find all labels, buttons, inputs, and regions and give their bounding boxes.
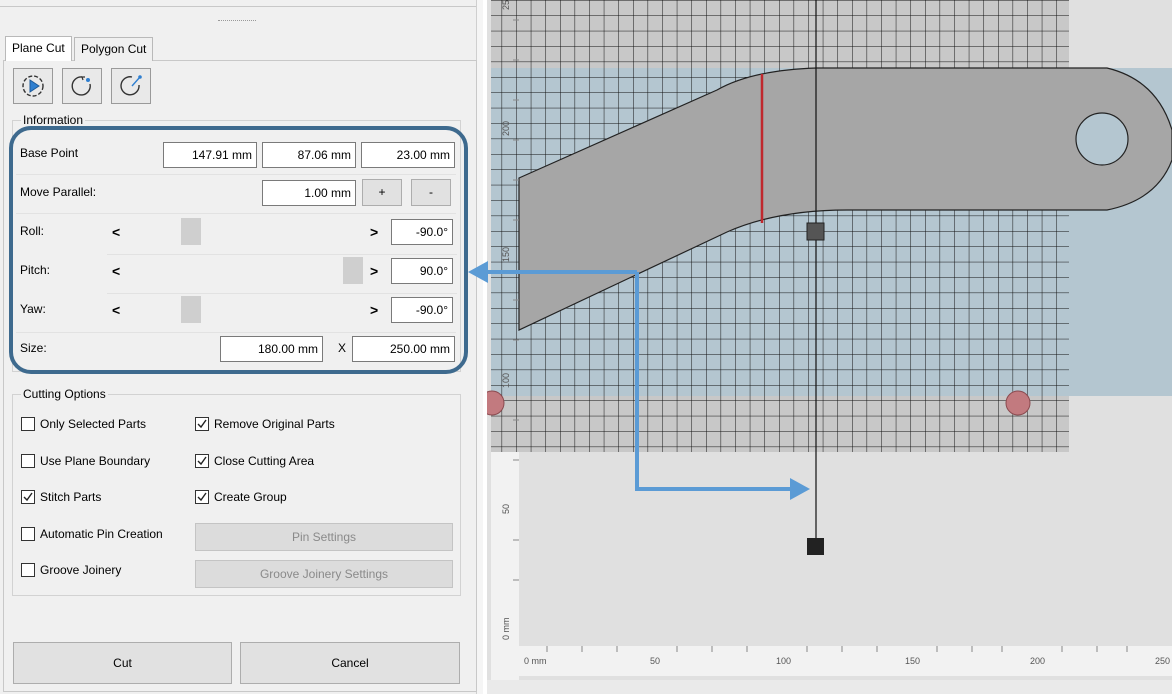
- 3d-viewport[interactable]: 0 mm 50 100 150 200 250 250 200 150 100 …: [487, 0, 1172, 694]
- close-cutting-area-label[interactable]: Close Cutting Area: [214, 454, 314, 468]
- vruler-label-150: 150: [501, 247, 511, 262]
- hruler-label-100: 100: [776, 656, 791, 666]
- part-hole: [1075, 112, 1129, 166]
- close-cutting-area-checkbox[interactable]: [195, 454, 209, 468]
- cancel-button[interactable]: Cancel: [240, 642, 460, 684]
- rotate-arc-alt-icon: [120, 75, 142, 96]
- rotate-arc-button[interactable]: [62, 68, 102, 104]
- rotate-arc-alt-button[interactable]: [111, 68, 151, 104]
- plane-rotate-button[interactable]: [13, 68, 53, 104]
- plane-handle-top[interactable]: [806, 222, 825, 241]
- stitch-parts-checkbox[interactable]: [21, 490, 35, 504]
- horizontal-ruler: [495, 646, 1172, 676]
- hruler-label-150: 150: [905, 656, 920, 666]
- hruler-label-0: 0 mm: [524, 656, 547, 666]
- plane-rotate-icon: [22, 75, 44, 97]
- pin-marker-right[interactable]: [1005, 390, 1031, 416]
- drag-grip-handle[interactable]: [218, 20, 256, 24]
- checkmark-icon: [197, 492, 207, 502]
- tab-plane-cut[interactable]: Plane Cut: [5, 36, 72, 61]
- hruler-label-50: 50: [650, 656, 660, 666]
- use-plane-boundary-checkbox[interactable]: [21, 454, 35, 468]
- checkmark-icon: [197, 419, 207, 429]
- vruler-label-200: 200: [501, 121, 511, 136]
- plane-cut-panel: Plane Cut Polygon Cut Information Base P…: [0, 0, 483, 694]
- groove-joinery-settings-button[interactable]: Groove Joinery Settings: [195, 560, 453, 588]
- checkmark-icon: [23, 492, 33, 502]
- groove-joinery-checkbox[interactable]: [21, 563, 35, 577]
- use-plane-boundary-label[interactable]: Use Plane Boundary: [40, 454, 150, 468]
- cutting-options-title: Cutting Options: [21, 387, 108, 401]
- hruler-label-200: 200: [1030, 656, 1045, 666]
- vruler-label-250: 250: [501, 0, 511, 10]
- information-title: Information: [21, 113, 86, 127]
- panel-top-border: [0, 0, 476, 7]
- panel-splitter[interactable]: [476, 0, 483, 694]
- only-selected-parts-checkbox[interactable]: [21, 417, 35, 431]
- vruler-label-0: 0 mm: [501, 618, 511, 641]
- tab-polygon-cut[interactable]: Polygon Cut: [74, 37, 154, 61]
- stitch-parts-label[interactable]: Stitch Parts: [40, 490, 101, 504]
- remove-original-parts-checkbox[interactable]: [195, 417, 209, 431]
- groove-joinery-label[interactable]: Groove Joinery: [40, 563, 121, 577]
- vruler-label-100: 100: [501, 373, 511, 388]
- automatic-pin-creation-label[interactable]: Automatic Pin Creation: [40, 527, 163, 541]
- vruler-label-50: 50: [501, 504, 511, 514]
- checkmark-icon: [197, 456, 207, 466]
- rotate-arc-icon: [71, 76, 91, 96]
- viewport-canvas[interactable]: 0 mm 50 100 150 200 250 250 200 150 100 …: [487, 0, 1172, 694]
- highlight-frame: [9, 126, 468, 374]
- create-group-label[interactable]: Create Group: [214, 490, 287, 504]
- hruler-label-250: 250: [1155, 656, 1170, 666]
- plane-handle-bottom[interactable]: [807, 538, 824, 555]
- pin-settings-button[interactable]: Pin Settings: [195, 523, 453, 551]
- remove-original-parts-label[interactable]: Remove Original Parts: [214, 417, 335, 431]
- create-group-checkbox[interactable]: [195, 490, 209, 504]
- cut-button[interactable]: Cut: [13, 642, 232, 684]
- automatic-pin-creation-checkbox[interactable]: [21, 527, 35, 541]
- only-selected-parts-label[interactable]: Only Selected Parts: [40, 417, 146, 431]
